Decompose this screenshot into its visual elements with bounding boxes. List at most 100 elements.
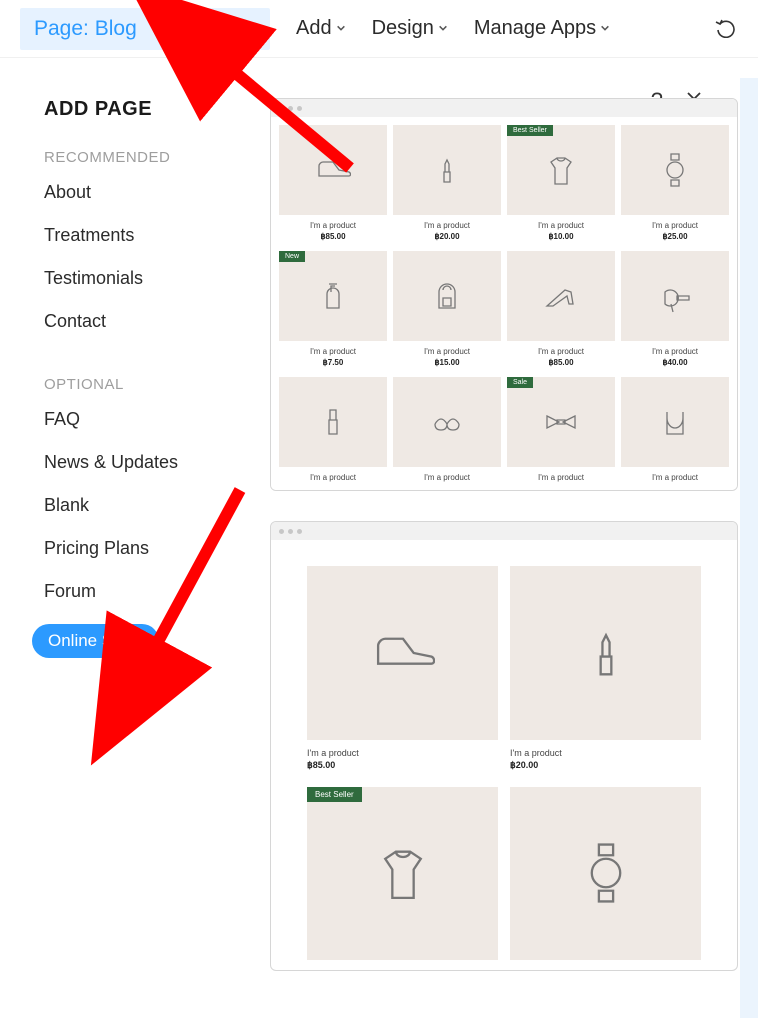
lipstick-icon xyxy=(574,621,638,685)
product-label: I'm a product xyxy=(424,473,470,482)
product-card[interactable]: New I'm a product ฿7.50 xyxy=(279,251,387,371)
shoe-icon xyxy=(315,152,351,188)
sidebar-item-online-store[interactable]: Online Store xyxy=(32,624,159,658)
sidebar-item-testimonials[interactable]: Testimonials xyxy=(44,268,270,289)
product-card[interactable]: I'm a product ฿25.00 xyxy=(621,125,729,245)
product-thumb xyxy=(279,377,387,467)
product-thumb xyxy=(393,377,501,467)
product-label: I'm a product xyxy=(538,347,584,356)
product-card[interactable]: I'm a product ฿40.00 xyxy=(621,251,729,371)
toolbar-manage-apps[interactable]: Manage Apps xyxy=(474,17,610,40)
add-page-panel: ? ADD PAGE RECOMMENDED AboutTreatmentsTe… xyxy=(0,58,758,1024)
sidebar-item-news-updates[interactable]: News & Updates xyxy=(44,452,270,473)
product-thumb xyxy=(510,787,701,961)
dryer-icon xyxy=(657,278,693,314)
panel-title: ADD PAGE xyxy=(44,98,270,121)
product-thumb: Best Seller xyxy=(507,125,615,215)
product-thumb xyxy=(393,125,501,215)
product-card[interactable]: I'm a product฿85.00 xyxy=(307,566,498,775)
product-price: ฿20.00 xyxy=(510,760,538,771)
product-card[interactable]: I'm a product xyxy=(279,377,387,482)
window-chrome xyxy=(271,522,737,540)
top-toolbar: Page: Blog Add Design Manage Apps xyxy=(0,0,758,58)
section-optional: OPTIONAL xyxy=(44,376,270,393)
product-card[interactable]: I'm a product ฿85.00 xyxy=(279,125,387,245)
sidebar-item-forum[interactable]: Forum xyxy=(44,581,270,602)
product-label: I'm a product xyxy=(307,748,359,758)
product-thumb: Best Seller xyxy=(307,787,498,961)
template-previews: I'm a product ฿85.00 I'm a product ฿20.00 Be… xyxy=(270,98,738,998)
product-label: I'm a product xyxy=(510,748,562,758)
toolbar-add-label: Add xyxy=(296,17,332,40)
product-badge: Best Seller xyxy=(507,125,553,136)
add-page-sidebar: ADD PAGE RECOMMENDED About Treatments Test… xyxy=(44,98,270,1014)
sidebar-item-blank[interactable]: Blank xyxy=(44,495,270,516)
product-thumb xyxy=(279,125,387,215)
shirt-icon xyxy=(543,152,579,188)
product-price: ฿85.00 xyxy=(548,358,573,367)
watch-icon xyxy=(574,841,638,905)
product-card[interactable] xyxy=(510,787,701,961)
product-label: I'm a product xyxy=(538,473,584,482)
product-card[interactable]: I'm a product xyxy=(621,377,729,482)
product-price: ฿25.00 xyxy=(662,232,687,241)
product-label: I'm a product xyxy=(310,221,356,230)
toolbar-design[interactable]: Design xyxy=(372,17,448,40)
preview-store-grid-large[interactable]: I'm a product฿85.00I'm a product฿20.00Be… xyxy=(270,521,738,971)
product-thumb xyxy=(510,566,701,740)
product-price: ฿40.00 xyxy=(662,358,687,367)
product-card[interactable]: I'm a product ฿20.00 xyxy=(510,566,701,775)
product-price: ฿20.00 xyxy=(434,232,459,241)
chevron-down-icon xyxy=(244,21,256,37)
product-card[interactable]: I'm a product ฿85.00 xyxy=(507,251,615,371)
product-thumb xyxy=(621,251,729,341)
undo-button[interactable] xyxy=(714,14,738,43)
undo-icon xyxy=(714,14,738,43)
sidebar-item-pricing-plans[interactable]: Pricing Plans xyxy=(44,538,270,559)
sidebar-item-faq[interactable]: FAQ xyxy=(44,409,270,430)
product-label: I'm a product xyxy=(424,221,470,230)
nail-icon xyxy=(315,404,351,440)
shirt-icon xyxy=(371,841,435,905)
sidebar-item-contact[interactable]: Contact xyxy=(44,311,270,332)
preview-store-grid-small[interactable]: I'm a product ฿85.00 I'm a product ฿20.00 Be… xyxy=(270,98,738,491)
product-thumb: Sale xyxy=(507,377,615,467)
soap-icon xyxy=(315,278,351,314)
product-price: ฿15.00 xyxy=(434,358,459,367)
product-label: I'm a product xyxy=(652,221,698,230)
product-thumb: New xyxy=(279,251,387,341)
bra-icon xyxy=(429,404,465,440)
chevron-down-icon xyxy=(336,22,346,36)
chevron-down-icon xyxy=(438,22,448,36)
product-price: ฿85.00 xyxy=(320,232,345,241)
product-label: I'm a product xyxy=(652,347,698,356)
product-price: ฿7.50 xyxy=(323,358,344,367)
product-thumb xyxy=(307,566,498,740)
page-selector-label: Page: Blog xyxy=(34,17,137,41)
product-card[interactable]: I'm a product ฿15.00 xyxy=(393,251,501,371)
bowtie-icon xyxy=(543,404,579,440)
product-card[interactable]: Best Seller xyxy=(307,787,498,961)
product-badge: New xyxy=(279,251,305,262)
toolbar-manage-apps-label: Manage Apps xyxy=(474,17,596,40)
product-thumb xyxy=(621,125,729,215)
product-label: I'm a product xyxy=(310,473,356,482)
sidebar-item-about[interactable]: About xyxy=(44,182,270,203)
product-label: I'm a product xyxy=(310,347,356,356)
product-label: I'm a product xyxy=(652,473,698,482)
section-recommended: RECOMMENDED xyxy=(44,149,270,166)
shoe-icon xyxy=(371,621,435,685)
product-card[interactable]: Sale I'm a product xyxy=(507,377,615,482)
product-card[interactable]: Best SellerI'm a product฿10.00 xyxy=(507,125,615,245)
sidebar-item-treatments[interactable]: Treatments xyxy=(44,225,270,246)
page-selector[interactable]: Page: Blog xyxy=(20,8,270,50)
product-badge: Best Seller xyxy=(307,787,362,802)
product-label: I'm a product xyxy=(538,221,584,230)
toolbar-add[interactable]: Add xyxy=(296,17,346,40)
product-card[interactable]: I'm a product xyxy=(393,377,501,482)
backpack-icon xyxy=(429,278,465,314)
product-thumb xyxy=(393,251,501,341)
product-label: I'm a product xyxy=(424,347,470,356)
heel-icon xyxy=(543,278,579,314)
product-card[interactable]: I'm a product ฿20.00 xyxy=(393,125,501,245)
